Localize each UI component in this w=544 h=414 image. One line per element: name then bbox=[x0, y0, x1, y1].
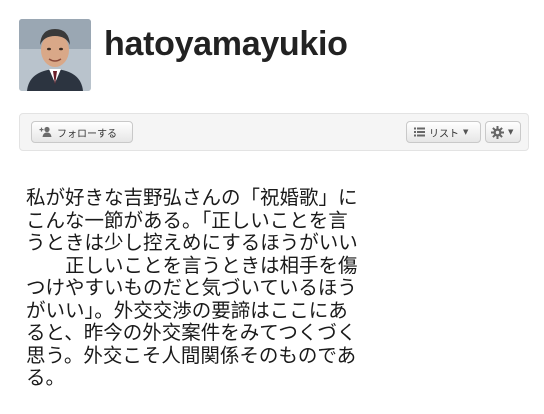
tweet-line: うときは少し控えめにするほうがいい bbox=[26, 231, 358, 254]
tweet-line: 思う。外交こそ人間関係そのものであ bbox=[26, 343, 357, 367]
follow-button[interactable]: フォローする bbox=[31, 121, 133, 143]
avatar[interactable] bbox=[19, 19, 91, 91]
avatar-photo bbox=[19, 19, 91, 91]
caret-down-icon: ▼ bbox=[508, 128, 514, 136]
profile-username: hatoyamayukio bbox=[104, 25, 348, 63]
tweet-text: 私が好きな吉野弘さんの「祝婚歌」に こんな一節がある。「正しいことを言 うときは… bbox=[26, 186, 496, 390]
follow-button-label: フォローする bbox=[57, 128, 117, 140]
tweet-line: がいい」。外交交渉の要諦はここにあ bbox=[26, 298, 348, 322]
tweet-line: 私が好きな吉野弘さんの「祝婚歌」に bbox=[26, 186, 358, 209]
settings-button[interactable]: ▼ bbox=[485, 121, 521, 143]
gear-icon bbox=[491, 125, 504, 139]
list-button[interactable]: リスト ▼ bbox=[406, 121, 481, 143]
add-user-icon bbox=[39, 126, 53, 138]
tweet-line: つけやすいものだと気づいているほう bbox=[26, 276, 357, 299]
profile-action-bar: フォローする リスト ▼ ▼ bbox=[19, 113, 529, 151]
tweet-line: る。 bbox=[26, 366, 66, 389]
tweet-line: こんな一節がある。「正しいことを言 bbox=[26, 208, 348, 232]
list-button-label: リスト bbox=[429, 128, 459, 140]
tweet-line: 正しいことを言うときは相手を傷 bbox=[26, 253, 358, 277]
caret-down-icon: ▼ bbox=[463, 128, 469, 136]
list-icon bbox=[414, 127, 425, 137]
tweet-line: ると、昨今の外交案件をみてつくづく bbox=[26, 321, 357, 344]
